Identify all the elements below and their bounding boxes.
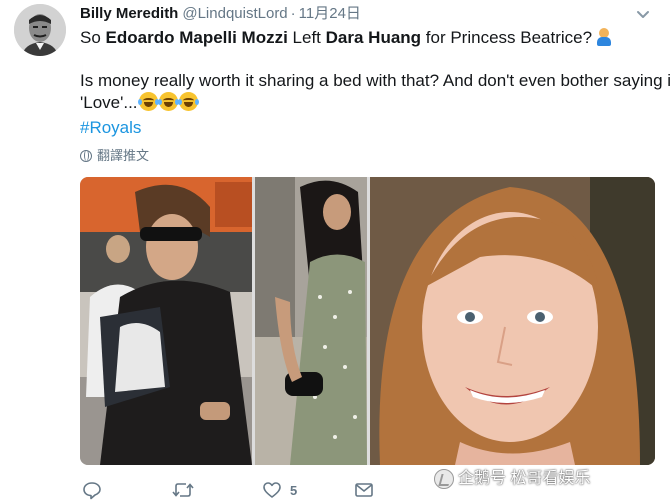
chevron-down-icon[interactable]: [635, 6, 651, 22]
text-segment: So: [80, 28, 106, 47]
retweet-icon: [172, 480, 194, 500]
tweet-header: Billy Meredith @LindquistLord · 11月24日: [80, 4, 361, 24]
globe-icon: [80, 150, 92, 162]
person-shrugging-emoji: [596, 28, 612, 46]
tweet-text-line-3: 'Love'...: [80, 92, 199, 114]
tweet-text-line-1: So Edoardo Mapelli Mozzi Left Dara Huang…: [80, 27, 612, 49]
avatar[interactable]: [14, 4, 66, 56]
watermark: 企鹅号 松哥看娱乐: [434, 468, 590, 490]
photo-woman-green-dress: [255, 177, 367, 465]
like-button[interactable]: 5: [262, 478, 297, 502]
author-name[interactable]: Billy Meredith: [80, 5, 178, 22]
face-with-tears-of-joy-emoji: [137, 92, 159, 111]
direct-message-button[interactable]: [354, 478, 374, 502]
photo-man-with-baby-carrier: [80, 177, 252, 465]
envelope-icon: [354, 480, 374, 500]
translate-label: 翻譯推文: [97, 148, 150, 163]
media-grid[interactable]: [80, 177, 655, 465]
text-segment: for Princess Beatrice?: [421, 28, 593, 47]
bold-name-dara: Dara Huang: [325, 28, 422, 47]
reply-button[interactable]: [82, 478, 102, 502]
tweet-actions: 5: [80, 478, 440, 502]
tweet: Billy Meredith @LindquistLord · 11月24日 So E…: [0, 0, 671, 504]
photo-smiling-woman: [370, 177, 655, 465]
heart-icon: [262, 480, 282, 500]
face-with-tears-of-joy-emoji: [157, 92, 179, 111]
hashtag-link[interactable]: #Royals: [80, 117, 141, 139]
text-segment: Left: [287, 28, 326, 47]
author-handle[interactable]: @LindquistLord: [182, 5, 287, 22]
tweet-text-line-2: Is money really worth it sharing a bed w…: [80, 71, 671, 90]
translate-tweet-link[interactable]: 翻譯推文: [80, 148, 149, 164]
reply-icon: [82, 480, 102, 500]
bold-name-edoardo: Edoardo Mapelli Mozzi: [105, 28, 288, 47]
timestamp[interactable]: 11月24日: [299, 5, 361, 22]
retweet-button[interactable]: [172, 478, 194, 502]
face-with-tears-of-joy-emoji: [177, 92, 199, 111]
like-count: 5: [290, 482, 298, 498]
text-segment: 'Love'...: [80, 93, 138, 112]
watermark-text: 企鹅号 松哥看娱乐: [458, 470, 591, 487]
separator-dot: ·: [290, 5, 296, 22]
